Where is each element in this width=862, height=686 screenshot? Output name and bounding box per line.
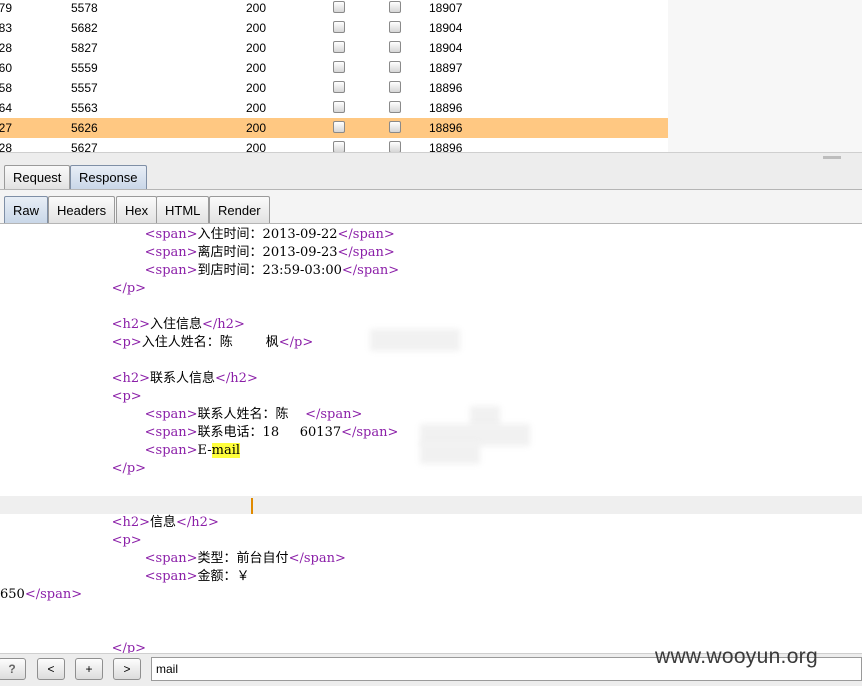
tab-raw[interactable]: Raw: [4, 196, 49, 223]
tab-render[interactable]: Render: [209, 196, 270, 223]
request-number-cell: 628: [0, 141, 13, 152]
error-checkbox[interactable]: [333, 141, 345, 152]
tab-response[interactable]: Response: [70, 165, 147, 189]
status-cell: 200: [246, 61, 267, 75]
help-button[interactable]: ?: [0, 658, 26, 680]
results-table: 579 5578 200 18907 683 5682 200 18904 828 5827 200…: [0, 0, 668, 152]
next-match-button[interactable]: >: [113, 658, 141, 680]
length-cell: 18896: [429, 121, 463, 135]
table-row[interactable]: 579 5578 200 18907: [0, 0, 668, 18]
table-row[interactable]: 627 5626 200 18896: [0, 118, 668, 138]
payload-cell: 5557: [71, 81, 98, 95]
request-number-cell: 558: [0, 81, 13, 95]
timeout-checkbox[interactable]: [389, 81, 401, 93]
splitter-grip[interactable]: [823, 156, 841, 159]
editor-line[interactable]: <p>: [0, 532, 862, 550]
status-cell: 200: [246, 101, 267, 115]
editor-line[interactable]: [0, 604, 862, 622]
redaction-blur: [370, 329, 460, 351]
payload-cell: 5563: [71, 101, 98, 115]
editor-line[interactable]: <span>类型：前台自付</span>: [0, 550, 862, 568]
tab-request[interactable]: Request: [4, 165, 71, 189]
status-cell: 200: [246, 41, 267, 55]
add-button[interactable]: +: [75, 658, 103, 680]
editor-line[interactable]: 650</span>: [0, 586, 862, 604]
editor-line[interactable]: <span>到店时间：23:59-03:00</span>: [0, 262, 862, 280]
editor-line[interactable]: [0, 496, 862, 514]
table-row[interactable]: 564 5563 200 18896: [0, 98, 668, 118]
view-tabbar: Raw Headers Hex HTML Render: [0, 190, 862, 224]
table-row[interactable]: 828 5827 200 18904: [0, 38, 668, 58]
payload-cell: 5578: [71, 1, 98, 15]
text-cursor: [251, 498, 253, 514]
editor-line[interactable]: <span>离店时间：2013-09-23</span>: [0, 244, 862, 262]
response-raw-editor[interactable]: <span>入住时间：2013-09-22</span> <span>离店时间：…: [0, 225, 862, 653]
length-cell: 18907: [429, 1, 463, 15]
tab-html[interactable]: HTML: [156, 196, 210, 223]
table-row[interactable]: 560 5559 200 18897: [0, 58, 668, 78]
table-row[interactable]: 628 5627 200 18896: [0, 138, 668, 152]
editor-line[interactable]: </p>: [0, 280, 862, 298]
request-number-cell: 579: [0, 1, 13, 15]
timeout-checkbox[interactable]: [389, 21, 401, 33]
error-checkbox[interactable]: [333, 101, 345, 113]
editor-line[interactable]: <h2>联系人信息</h2>: [0, 370, 862, 388]
editor-line[interactable]: [0, 298, 862, 316]
tab-headers[interactable]: Headers: [48, 196, 116, 223]
results-side-panel: [668, 0, 862, 152]
payload-cell: 5682: [71, 21, 98, 35]
timeout-checkbox[interactable]: [389, 141, 401, 152]
error-checkbox[interactable]: [333, 21, 345, 33]
status-cell: 200: [246, 141, 267, 152]
request-number-cell: 564: [0, 101, 13, 115]
timeout-checkbox[interactable]: [389, 121, 401, 133]
pane-splitter[interactable]: [0, 152, 862, 162]
watermark: www.wooyun.org: [655, 645, 818, 668]
status-cell: 200: [246, 81, 267, 95]
editor-line[interactable]: [0, 478, 862, 496]
editor-line[interactable]: <h2>信息</h2>: [0, 514, 862, 532]
timeout-checkbox[interactable]: [389, 41, 401, 53]
timeout-checkbox[interactable]: [389, 61, 401, 73]
editor-line[interactable]: [0, 622, 862, 640]
length-cell: 18904: [429, 21, 463, 35]
tab-hex[interactable]: Hex: [116, 196, 158, 223]
editor-line[interactable]: <p>: [0, 388, 862, 406]
error-checkbox[interactable]: [333, 1, 345, 13]
request-number-cell: 683: [0, 21, 13, 35]
message-tabbar: Request Response: [0, 162, 862, 190]
redaction-blur: [420, 442, 480, 464]
table-row[interactable]: 558 5557 200 18896: [0, 78, 668, 98]
status-cell: 200: [246, 121, 267, 135]
payload-cell: 5827: [71, 41, 98, 55]
status-cell: 200: [246, 21, 267, 35]
status-cell: 200: [246, 1, 267, 15]
length-cell: 18896: [429, 81, 463, 95]
editor-line[interactable]: <span>金额：￥: [0, 568, 862, 586]
length-cell: 18896: [429, 141, 463, 152]
editor-line[interactable]: <span>联系人姓名：陈 </span>: [0, 406, 862, 424]
length-cell: 18904: [429, 41, 463, 55]
timeout-checkbox[interactable]: [389, 1, 401, 13]
table-row[interactable]: 683 5682 200 18904: [0, 18, 668, 38]
error-checkbox[interactable]: [333, 61, 345, 73]
payload-cell: 5559: [71, 61, 98, 75]
error-checkbox[interactable]: [333, 81, 345, 93]
request-number-cell: 627: [0, 121, 13, 135]
length-cell: 18896: [429, 101, 463, 115]
length-cell: 18897: [429, 61, 463, 75]
request-number-cell: 560: [0, 61, 13, 75]
editor-line[interactable]: [0, 352, 862, 370]
editor-line[interactable]: <span>入住时间：2013-09-22</span>: [0, 226, 862, 244]
timeout-checkbox[interactable]: [389, 101, 401, 113]
error-checkbox[interactable]: [333, 121, 345, 133]
previous-match-button[interactable]: <: [37, 658, 65, 680]
payload-cell: 5627: [71, 141, 98, 152]
payload-cell: 5626: [71, 121, 98, 135]
request-number-cell: 828: [0, 41, 13, 55]
error-checkbox[interactable]: [333, 41, 345, 53]
